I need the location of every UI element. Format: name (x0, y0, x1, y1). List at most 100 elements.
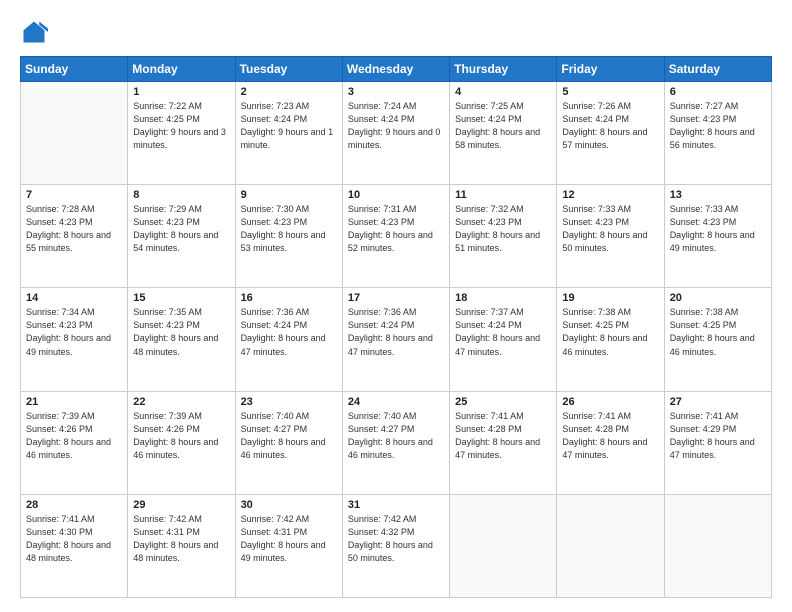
day-info: Sunrise: 7:41 AMSunset: 4:28 PMDaylight:… (562, 410, 658, 462)
week-row-1: 1Sunrise: 7:22 AMSunset: 4:25 PMDaylight… (21, 82, 772, 185)
sunrise: Sunrise: 7:30 AM (241, 204, 310, 214)
sunset: Sunset: 4:25 PM (670, 320, 737, 330)
day-cell (450, 494, 557, 597)
day-info: Sunrise: 7:32 AMSunset: 4:23 PMDaylight:… (455, 203, 551, 255)
daylight: Daylight: 8 hours and 48 minutes. (133, 540, 218, 563)
day-info: Sunrise: 7:31 AMSunset: 4:23 PMDaylight:… (348, 203, 444, 255)
sunrise: Sunrise: 7:31 AM (348, 204, 417, 214)
daylight: Daylight: 8 hours and 48 minutes. (133, 333, 218, 356)
day-cell: 16Sunrise: 7:36 AMSunset: 4:24 PMDayligh… (235, 288, 342, 391)
day-cell: 3Sunrise: 7:24 AMSunset: 4:24 PMDaylight… (342, 82, 449, 185)
day-cell: 18Sunrise: 7:37 AMSunset: 4:24 PMDayligh… (450, 288, 557, 391)
day-number: 31 (348, 499, 444, 511)
day-cell: 25Sunrise: 7:41 AMSunset: 4:28 PMDayligh… (450, 391, 557, 494)
calendar-table: Sunday Monday Tuesday Wednesday Thursday… (20, 56, 772, 598)
day-number: 5 (562, 86, 658, 98)
day-info: Sunrise: 7:40 AMSunset: 4:27 PMDaylight:… (241, 410, 337, 462)
sunrise: Sunrise: 7:40 AM (348, 411, 417, 421)
daylight: Daylight: 9 hours and 1 minute. (241, 127, 334, 150)
sunrise: Sunrise: 7:33 AM (670, 204, 739, 214)
sunrise: Sunrise: 7:42 AM (348, 514, 417, 524)
sunrise: Sunrise: 7:27 AM (670, 101, 739, 111)
daylight: Daylight: 8 hours and 50 minutes. (348, 540, 433, 563)
header (20, 18, 772, 46)
sunrise: Sunrise: 7:42 AM (133, 514, 202, 524)
day-cell (557, 494, 664, 597)
day-number: 30 (241, 499, 337, 511)
day-cell: 9 Sunrise: 7:30 AM Sunset: 4:23 PM Daylight… (235, 185, 342, 288)
day-info: Sunrise: 7:25 AMSunset: 4:24 PMDaylight:… (455, 100, 551, 152)
col-tuesday: Tuesday (235, 57, 342, 82)
day-number: 2 (241, 86, 337, 98)
sunset: Sunset: 4:30 PM (26, 527, 93, 537)
daylight: Daylight: 8 hours and 52 minutes. (348, 230, 433, 253)
day-cell: 1Sunrise: 7:22 AMSunset: 4:25 PMDaylight… (128, 82, 235, 185)
day-info: Sunrise: 7:27 AMSunset: 4:23 PMDaylight:… (670, 100, 766, 152)
daylight: Daylight: 8 hours and 54 minutes. (133, 230, 218, 253)
sunset: Sunset: 4:25 PM (562, 320, 629, 330)
sunset: Sunset: 4:25 PM (133, 114, 200, 124)
day-cell: 11Sunrise: 7:32 AMSunset: 4:23 PMDayligh… (450, 185, 557, 288)
sunset: Sunset: 4:23 PM (241, 217, 308, 227)
day-cell: 20Sunrise: 7:38 AMSunset: 4:25 PMDayligh… (664, 288, 771, 391)
daylight: Daylight: 8 hours and 53 minutes. (241, 230, 326, 253)
sunrise: Sunrise: 7:37 AM (455, 307, 524, 317)
col-thursday: Thursday (450, 57, 557, 82)
daylight: Daylight: 8 hours and 48 minutes. (26, 540, 111, 563)
day-info: Sunrise: 7:39 AMSunset: 4:26 PMDaylight:… (133, 410, 229, 462)
day-cell: 23Sunrise: 7:40 AMSunset: 4:27 PMDayligh… (235, 391, 342, 494)
daylight: Daylight: 8 hours and 47 minutes. (455, 333, 540, 356)
week-row-2: 7Sunrise: 7:28 AMSunset: 4:23 PMDaylight… (21, 185, 772, 288)
daylight: Daylight: 8 hours and 47 minutes. (455, 437, 540, 460)
day-number: 8 (133, 189, 229, 201)
sunset: Sunset: 4:24 PM (348, 320, 415, 330)
sunrise: Sunrise: 7:40 AM (241, 411, 310, 421)
daylight: Daylight: 8 hours and 57 minutes. (562, 127, 647, 150)
day-number: 9 (241, 189, 337, 201)
day-cell: 19Sunrise: 7:38 AMSunset: 4:25 PMDayligh… (557, 288, 664, 391)
day-info: Sunrise: 7:42 AMSunset: 4:31 PMDaylight:… (241, 513, 337, 565)
day-info: Sunrise: 7:23 AMSunset: 4:24 PMDaylight:… (241, 100, 337, 152)
day-cell: 2 Sunrise: 7:23 AMSunset: 4:24 PMDaylight… (235, 82, 342, 185)
day-number: 14 (26, 292, 122, 304)
day-number: 15 (133, 292, 229, 304)
week-row-3: 14 Sunrise: 7:34 AM Sunset: 4:23 PM Dayligh… (21, 288, 772, 391)
calendar-page: Sunday Monday Tuesday Wednesday Thursday… (0, 0, 792, 612)
day-info: Sunrise: 7:41 AMSunset: 4:29 PMDaylight:… (670, 410, 766, 462)
sunset: Sunset: 4:23 PM (133, 320, 200, 330)
sunrise: Sunrise: 7:39 AM (26, 411, 95, 421)
sunrise: Sunrise: 7:41 AM (562, 411, 631, 421)
sunrise: Sunrise: 7:42 AM (241, 514, 310, 524)
day-info: Sunrise: 7:37 AMSunset: 4:24 PMDaylight:… (455, 306, 551, 358)
sunrise: Sunrise: 7:25 AM (455, 101, 524, 111)
day-info: Sunrise: 7:41 AM Sunset: 4:30 PM Daylight:… (26, 513, 122, 565)
sunset: Sunset: 4:27 PM (241, 424, 308, 434)
day-info: Sunrise: 7:38 AMSunset: 4:25 PMDaylight:… (670, 306, 766, 358)
week-row-5: 28Sunrise: 7:41 AMSunset: 4:30 PMDayligh… (21, 494, 772, 597)
daylight: Daylight: 8 hours and 58 minutes. (455, 127, 540, 150)
sunset: Sunset: 4:23 PM (26, 217, 93, 227)
day-info: Sunrise: 7:42 AMSunset: 4:32 PMDaylight:… (348, 513, 444, 565)
sunset: Sunset: 4:23 PM (133, 217, 200, 227)
day-number: 12 (562, 189, 658, 201)
day-number: 26 (562, 396, 658, 408)
sunset: Sunset: 4:26 PM (133, 424, 200, 434)
day-number: 10 (348, 189, 444, 201)
logo-icon (20, 18, 48, 46)
daylight: Daylight: 9 hours and 3 minutes. (133, 127, 226, 150)
day-info: Sunrise: 7:38 AMSunset: 4:25 PMDaylight:… (562, 306, 658, 358)
day-cell: 8Sunrise: 7:29 AMSunset: 4:23 PMDaylight… (128, 185, 235, 288)
day-info: Sunrise: 7:22 AMSunset: 4:25 PMDaylight:… (133, 100, 229, 152)
day-cell: 24Sunrise: 7:40 AMSunset: 4:27 PMDayligh… (342, 391, 449, 494)
sunset: Sunset: 4:31 PM (133, 527, 200, 537)
sunrise: Sunrise: 7:35 AM (133, 307, 202, 317)
sunset: Sunset: 4:24 PM (562, 114, 629, 124)
day-cell: 26 Sunrise: 7:41 AMSunset: 4:28 PMDayligh… (557, 391, 664, 494)
sunset: Sunset: 4:29 PM (670, 424, 737, 434)
sunrise: Sunrise: 7:41 AM (26, 514, 95, 524)
day-info: Sunrise: 7:28 AMSunset: 4:23 PMDaylight:… (26, 203, 122, 255)
daylight: Daylight: 8 hours and 47 minutes. (348, 333, 433, 356)
sunrise: Sunrise: 7:26 AM (562, 101, 631, 111)
sunrise: Sunrise: 7:34 AM (26, 307, 95, 317)
day-cell: 6Sunrise: 7:27 AMSunset: 4:23 PMDaylight… (664, 82, 771, 185)
